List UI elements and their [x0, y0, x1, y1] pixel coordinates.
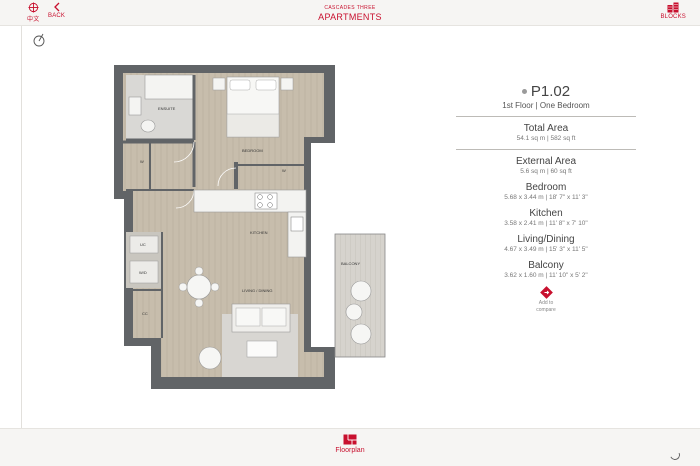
toilet: [140, 119, 156, 133]
unit-heading: P1.02: [456, 83, 636, 100]
spec-value: 3.58 x 2.41 m | 11' 8" x 7' 10": [504, 220, 588, 227]
title-block: CASCADES THREE APARTMENTS: [0, 5, 700, 22]
room-label-uc: UC: [140, 242, 146, 247]
balcony-chair-2: [350, 323, 372, 345]
washbasin: [128, 96, 142, 116]
room-label-living: LIVING / DINING: [242, 288, 272, 293]
status-dot-icon: [521, 89, 527, 94]
armchair: [198, 346, 222, 370]
spec-title: Kitchen: [529, 208, 563, 219]
blocks-button[interactable]: BLOCKS: [660, 2, 686, 20]
spec-value: 5.6 sq m | 60 sq ft: [520, 168, 572, 175]
unit-floor-type: 1st Floor | One Bedroom: [502, 101, 590, 110]
spec-kitchen: Kitchen 3.58 x 2.41 m | 11' 8" x 7' 10": [456, 208, 636, 227]
page-title: APARTMENTS: [318, 12, 382, 22]
top-bar: 中文 BACK CASCADES THREE APARTMENTS BLOCKS: [0, 0, 700, 26]
room-label-bedroom: BEDROOM: [242, 148, 263, 153]
divider: [456, 116, 636, 117]
room-label-wardrobe-left: W: [140, 159, 144, 164]
spec-bedroom: Bedroom 5.68 x 3.44 m | 18' 7" x 11' 3": [456, 182, 636, 201]
compass-icon: [33, 33, 45, 47]
balcony-table: [345, 303, 363, 321]
coffee-table: [246, 340, 278, 358]
spec-title: Total Area: [523, 123, 569, 134]
bedside-table-left: [212, 77, 226, 91]
spec-title: Balcony: [528, 260, 564, 271]
compare-label-1: Add to: [538, 300, 554, 306]
bottom-bar: Floorplan: [0, 428, 700, 466]
spec-value: 3.62 x 1.60 m | 11' 10" x 5' 2": [504, 272, 588, 279]
spec-title: Bedroom: [525, 182, 567, 193]
bathtub: [144, 74, 194, 100]
add-to-compare-button[interactable]: Add to compare: [456, 286, 636, 313]
buildings-icon: [667, 2, 679, 13]
dining-table: [186, 274, 212, 300]
divider: [456, 149, 636, 150]
spec-value: 54.1 sq m | 582 sq ft: [516, 135, 576, 142]
floor-plan: ENSUITE BEDROOM W W KITCHEN UC W/D CC LI…: [114, 65, 386, 389]
unit-info-panel: P1.02 1st Floor | One Bedroom Total Area…: [456, 83, 636, 313]
spec-external-area: External Area 5.6 sq m | 60 sq ft: [456, 156, 636, 175]
blocks-label: BLOCKS: [660, 14, 686, 20]
balcony-chair-1: [350, 280, 372, 302]
compare-icon: [539, 286, 553, 299]
room-label-kitchen: KITCHEN: [250, 230, 268, 235]
spec-total-area: Total Area 54.1 sq m | 582 sq ft: [456, 123, 636, 142]
compare-label-2: compare: [536, 307, 556, 313]
page-subtitle: CASCADES THREE: [324, 5, 376, 11]
unit-code: P1.02: [530, 83, 571, 100]
room-label-cc: CC: [142, 311, 148, 316]
room-label-ensuite: ENSUITE: [158, 106, 176, 111]
spec-title: Living/Dining: [517, 234, 575, 245]
spec-living-dining: Living/Dining 4.67 x 3.49 m | 15' 3" x 1…: [456, 234, 636, 253]
kitchen-counter: [193, 189, 307, 213]
room-label-wardrobe-right: W: [282, 168, 286, 173]
refresh-icon[interactable]: [668, 448, 682, 462]
spec-value: 5.68 x 3.44 m | 18' 7" x 11' 3": [504, 194, 588, 201]
room-label-balcony: BALCONY: [341, 261, 360, 266]
floorplan-label: Floorplan: [335, 447, 365, 454]
sink: [290, 216, 304, 232]
app-root: 中文 BACK CASCADES THREE APARTMENTS BLOCKS…: [0, 0, 700, 466]
content-divider: [21, 26, 22, 428]
spec-balcony: Balcony 3.62 x 1.60 m | 11' 10" x 5' 2": [456, 260, 636, 279]
bedside-table-right: [280, 77, 294, 91]
tab-floorplan[interactable]: Floorplan: [331, 434, 369, 454]
floorplan-icon: [343, 434, 357, 445]
spec-value: 4.67 x 3.49 m | 15' 3" x 11' 5": [504, 246, 588, 253]
room-label-wd: W/D: [139, 270, 147, 275]
spec-title: External Area: [515, 156, 577, 167]
